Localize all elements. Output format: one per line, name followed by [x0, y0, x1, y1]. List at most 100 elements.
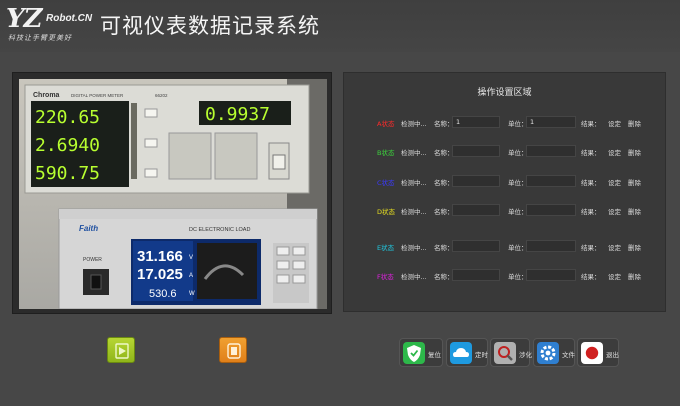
set-button[interactable]: 设定 — [608, 242, 621, 252]
delete-button[interactable]: 删除 — [628, 147, 641, 157]
result-label: 结果： — [581, 244, 601, 252]
settings-panel: 操作设置区域 A状态 检测中... 名称： 1 单位： 1 结果： 设定 删除 … — [343, 72, 666, 312]
action-button-shield[interactable]: 复位 — [399, 338, 443, 367]
power-reading: 590.75 — [35, 163, 100, 184]
name-input[interactable] — [452, 240, 500, 252]
result-label: 结果： — [581, 179, 601, 187]
power-icon — [581, 342, 603, 364]
current-reading: 2.6940 — [35, 135, 100, 156]
unit-label: 单位： — [508, 120, 528, 128]
result-label: 结果： — [581, 149, 601, 157]
meter-brand: Chroma — [33, 92, 60, 99]
name-input[interactable] — [452, 145, 500, 157]
unit-input[interactable] — [526, 204, 576, 216]
result-label: 结果： — [581, 208, 601, 216]
load-unit-a: A — [189, 273, 193, 279]
action-label: 定时 — [475, 351, 488, 359]
detect-status: 检测中... — [401, 149, 427, 157]
name-label: 名称： — [434, 208, 454, 216]
set-button[interactable]: 设定 — [608, 118, 621, 128]
delete-button[interactable]: 删除 — [628, 206, 641, 216]
stop-button[interactable] — [219, 337, 247, 363]
name-label: 名称： — [434, 149, 454, 157]
settings-row: E状态 检测中... 名称： 单位： 结果： 设定 删除 — [344, 240, 665, 254]
load-voltage: 31.166 — [137, 248, 183, 265]
set-button[interactable]: 设定 — [608, 271, 621, 281]
settings-title: 操作设置区域 — [477, 88, 532, 98]
unit-input[interactable] — [526, 240, 576, 252]
unit-label: 单位： — [508, 273, 528, 281]
shield-icon — [403, 342, 425, 364]
delete-button[interactable]: 删除 — [628, 177, 641, 187]
name-label: 名称： — [434, 120, 454, 128]
unit-value: 1 — [530, 118, 535, 126]
state-label: A状态 — [377, 120, 395, 128]
unit-input[interactable] — [526, 269, 576, 281]
settings-row: A状态 检测中... 名称： 1 单位： 1 结果： 设定 删除 — [344, 116, 665, 130]
play-icon — [115, 343, 129, 359]
camera-feed-image: Chroma DIGITAL POWER METER 66202 220.65 … — [19, 79, 327, 309]
action-button-power[interactable]: 退出 — [577, 338, 619, 367]
delete-button[interactable]: 删除 — [628, 271, 641, 281]
action-label: 退出 — [606, 351, 619, 359]
camera-view-panel: Chroma DIGITAL POWER METER 66202 220.65 … — [12, 72, 332, 314]
unit-input[interactable] — [526, 145, 576, 157]
load-unit-w: W — [189, 291, 195, 297]
unit-label: 单位： — [508, 179, 528, 187]
detect-status: 检测中... — [401, 179, 427, 187]
logo-main-text: YZ — [6, 4, 43, 34]
stop-icon — [227, 343, 241, 359]
voltage-reading: 220.65 — [35, 107, 100, 128]
detect-status: 检测中... — [401, 244, 427, 252]
detect-status: 检测中... — [401, 208, 427, 216]
name-input[interactable] — [452, 269, 500, 281]
action-label: 涉化 — [519, 351, 532, 359]
load-power: 530.6 — [149, 288, 177, 300]
result-label: 结果： — [581, 120, 601, 128]
load-current: 17.025 — [137, 266, 183, 283]
name-label: 名称： — [434, 244, 454, 252]
set-button[interactable]: 设定 — [608, 206, 621, 216]
name-input[interactable]: 1 — [452, 116, 500, 128]
set-button[interactable]: 设定 — [608, 147, 621, 157]
action-button-cloud[interactable]: 定时 — [446, 338, 488, 367]
unit-label: 单位： — [508, 244, 528, 252]
load-label: DC ELECTRONIC LOAD — [189, 227, 250, 233]
name-value: 1 — [456, 118, 461, 126]
logo-suffix-text: Robot.CN — [46, 13, 93, 24]
delete-button[interactable]: 删除 — [628, 118, 641, 128]
delete-button[interactable]: 删除 — [628, 242, 641, 252]
state-label: F状态 — [377, 273, 394, 281]
name-label: 名称： — [434, 179, 454, 187]
result-label: 结果： — [581, 273, 601, 281]
app-title: 可视仪表数据记录系统 — [100, 14, 320, 38]
load-brand: Faith — [79, 224, 98, 233]
unit-input[interactable] — [526, 175, 576, 187]
state-label: C状态 — [377, 179, 395, 187]
state-label: E状态 — [377, 244, 395, 252]
load-unit-v: V — [189, 255, 193, 261]
settings-row: C状态 检测中... 名称： 单位： 结果： 设定 删除 — [344, 175, 665, 189]
unit-label: 单位： — [508, 208, 528, 216]
name-input[interactable] — [452, 175, 500, 187]
cloud-icon — [450, 342, 472, 364]
action-button-gear[interactable]: 文件 — [533, 338, 575, 367]
detect-status: 检测中... — [401, 273, 427, 281]
unit-input[interactable]: 1 — [526, 116, 576, 128]
settings-row: B状态 检测中... 名称： 单位： 结果： 设定 删除 — [344, 145, 665, 159]
state-label: B状态 — [377, 149, 395, 157]
unit-label: 单位： — [508, 149, 528, 157]
name-label: 名称： — [434, 273, 454, 281]
gear-icon — [537, 342, 559, 364]
logo-tagline: 科技让手臂更美好 — [8, 34, 72, 42]
load-power-label: POWER — [83, 257, 102, 263]
meter-model-label: DIGITAL POWER METER — [71, 93, 124, 98]
settings-row: D状态 检测中... 名称： 单位： 结果： 设定 删除 — [344, 204, 665, 218]
action-button-magnifier[interactable]: 涉化 — [490, 338, 532, 367]
logo: YZ Robot.CN 科技让手臂更美好 — [6, 4, 96, 44]
name-input[interactable] — [452, 204, 500, 216]
set-button[interactable]: 设定 — [608, 177, 621, 187]
settings-row: F状态 检测中... 名称： 单位： 结果： 设定 删除 — [344, 269, 665, 283]
state-label: D状态 — [377, 208, 396, 216]
start-button[interactable] — [107, 337, 135, 363]
